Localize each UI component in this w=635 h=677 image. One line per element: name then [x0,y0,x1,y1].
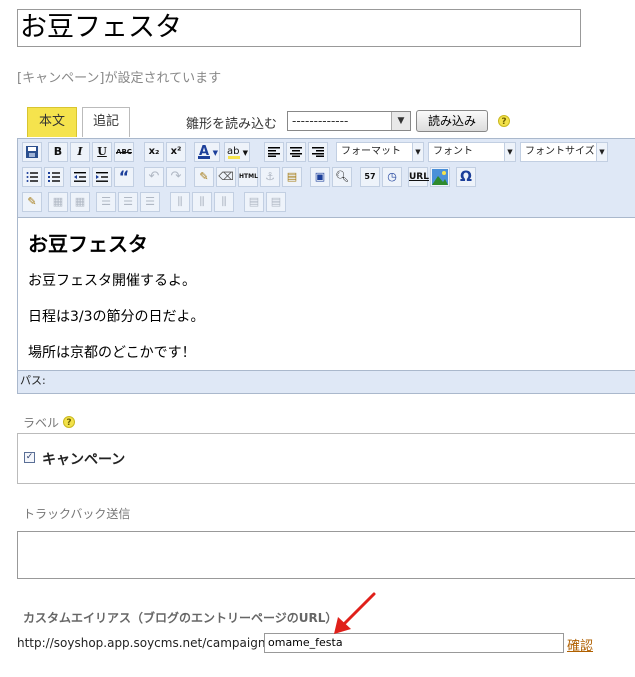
template-label: 雛形を読み込む [186,117,278,132]
font-size-select-value: フォントサイズ [525,146,595,157]
label-checkbox[interactable]: ✓ [24,452,35,463]
editor-toolbar: B I U ABC x₂ x² A ▼ ab ▼ フォーマット ▼ フォント ▼ フォン… [18,139,635,218]
align-left-icon[interactable] [264,142,284,162]
content-heading: お豆フェスタ [28,232,148,256]
font-select[interactable]: フォント ▼ [428,142,516,162]
chevron-down-icon: ▼ [504,143,515,161]
insert-col-after-icon[interactable]: ⫼ [192,192,212,212]
path-label: パス: [20,374,46,387]
table-props-icon[interactable]: ▦ [70,192,90,212]
insert-date-icon[interactable]: 57 [360,167,380,187]
indent-icon[interactable] [92,167,112,187]
delete-row-icon[interactable]: ☰ [140,192,160,212]
chevron-down-icon: ▼ [391,112,410,130]
format-select-value: フォーマット [341,146,401,157]
edit-css-icon[interactable]: ✎ [22,192,42,212]
align-right-icon[interactable] [308,142,328,162]
load-template-button[interactable]: 読み込み [416,110,488,132]
tab-extra-content[interactable]: 追記 [82,107,130,137]
insert-template-icon[interactable]: ▤ [282,167,302,187]
superscript-icon[interactable]: x² [166,142,186,162]
subscript-icon[interactable]: x₂ [144,142,164,162]
label-box: ✓ キャンペーン [17,433,635,484]
content-paragraph: 日程は3/3の節分の日だよ。 [28,309,205,325]
insert-row-after-icon[interactable]: ☰ [118,192,138,212]
outdent-icon[interactable] [70,167,90,187]
entry-title-input[interactable]: お豆フェスタ [17,9,581,47]
insert-link-icon[interactable]: URL [408,167,429,187]
split-cells-icon[interactable]: ▤ [244,192,264,212]
blockquote-icon[interactable]: “ [114,167,134,187]
trackback-textarea[interactable] [17,531,635,579]
font-size-select[interactable]: フォントサイズ ▼ [520,142,608,162]
editor-path-bar: パス: [18,370,635,393]
chevron-down-icon: ▼ [412,143,423,161]
red-arrow-icon [334,592,376,634]
search-icon[interactable]: 🔍︎ [332,167,352,187]
tab-main-content[interactable]: 本文 [27,107,77,137]
label-item-name: キャンペーン [42,452,126,468]
trackback-title: トラックバック送信 [23,507,131,521]
highlight-color-icon[interactable]: ab ▼ [224,142,250,162]
format-select[interactable]: フォーマット ▼ [336,142,424,162]
template-select-value: ------------- [292,114,349,128]
fullscreen-icon[interactable]: ▣ [310,167,330,187]
content-paragraph: お豆フェスタ開催するよ。 [28,273,196,289]
eraser-icon[interactable]: ⌫ [216,167,236,187]
underline-icon[interactable]: U [92,142,112,162]
merge-cells-icon[interactable]: ▤ [266,192,286,212]
save-icon[interactable] [22,142,42,162]
label-section-title-text: ラベル [23,416,60,430]
strikethrough-icon[interactable]: ABC [114,142,134,162]
font-select-value: フォント [433,146,473,157]
bold-icon[interactable]: B [48,142,68,162]
cleanup-icon[interactable]: ✎ [194,167,214,187]
insert-time-icon[interactable]: ◷ [382,167,402,187]
alias-url-prefix: http://soyshop.app.soycms.net/campaign/ [17,636,270,650]
insert-image-icon[interactable] [430,167,450,187]
align-center-icon[interactable] [286,142,306,162]
content-paragraph: 場所は京都のどこかです！ [28,345,196,361]
rich-text-editor: B I U ABC x₂ x² A ▼ ab ▼ フォーマット ▼ フォント ▼ フォン… [17,138,635,394]
editor-content[interactable]: お豆フェスタ お豆フェスタ開催するよ。 日程は3/3の節分の日だよ。 場所は京都… [18,218,635,372]
chevron-down-icon: ▼ [596,143,607,161]
confirm-link[interactable]: 確認 [567,635,593,654]
bullet-list-icon[interactable] [22,167,42,187]
help-icon[interactable]: ? [498,115,510,127]
insert-col-before-icon[interactable]: ⫼ [170,192,190,212]
insert-row-before-icon[interactable]: ☰ [96,192,116,212]
special-char-icon[interactable]: Ω [456,167,476,187]
label-status-text: [キャンペーン]が設定されています [17,71,222,86]
template-select[interactable]: ------------- ▼ [287,111,411,131]
numbered-list-icon[interactable] [44,167,64,187]
html-source-icon[interactable]: HTML [238,167,258,187]
delete-col-icon[interactable]: ⫼ [214,192,234,212]
label-section-title: ラベル [23,414,59,431]
font-color-icon[interactable]: A ▼ [194,142,220,162]
alias-input[interactable]: omame_festa [264,633,564,653]
alias-title: カスタムエイリアス（ブログのエントリーページのURL） [23,611,338,625]
undo-icon[interactable]: ↶ [144,167,164,187]
table-icon[interactable]: ▦ [48,192,68,212]
anchor-icon[interactable]: ⚓ [260,167,280,187]
redo-icon[interactable]: ↷ [166,167,186,187]
help-icon[interactable]: ? [63,416,75,428]
italic-icon[interactable]: I [70,142,90,162]
